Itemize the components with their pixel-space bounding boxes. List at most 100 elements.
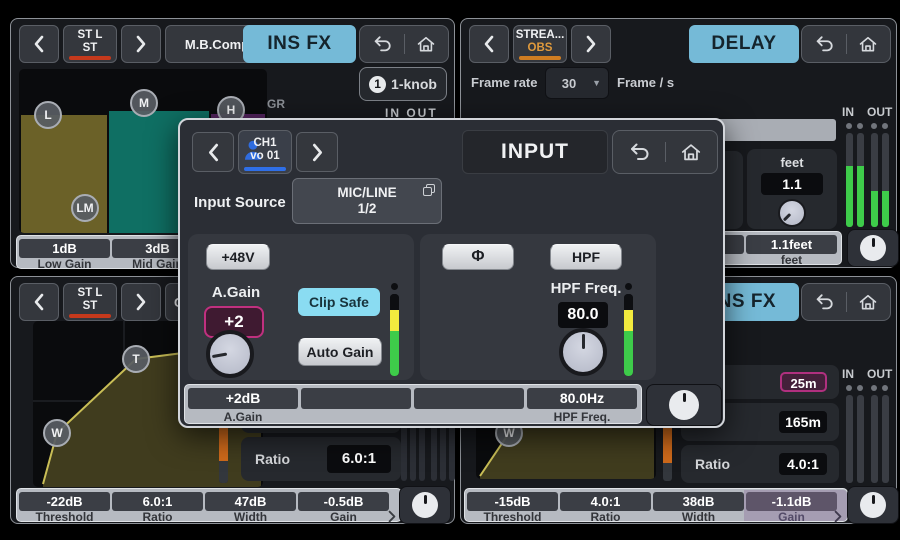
- channel-select-button[interactable]: ST L ST: [63, 25, 117, 63]
- touch-knob-button[interactable]: [847, 229, 899, 267]
- more-params-chevron-icon[interactable]: [834, 510, 842, 523]
- channel-name-2: ST: [83, 300, 98, 313]
- clip-safe-button[interactable]: Clip Safe: [298, 288, 380, 316]
- handle-label: H: [227, 103, 236, 117]
- clip-led: [882, 385, 888, 391]
- home-button[interactable]: [847, 284, 891, 320]
- ratio-label: Ratio: [695, 456, 730, 472]
- undo-icon: [813, 292, 835, 312]
- knob-tick: [207, 331, 253, 377]
- channel-select-button[interactable]: STREA... OBS: [513, 25, 567, 63]
- copy-icon: [422, 183, 436, 197]
- channel-select-button[interactable]: ST L ST: [63, 283, 117, 321]
- footer-value-threshold[interactable]: -15dB: [467, 492, 558, 511]
- footer-value-threshold[interactable]: -22dB: [19, 492, 110, 511]
- again-knob[interactable]: [206, 330, 254, 378]
- home-button[interactable]: [405, 26, 449, 62]
- footer-value-width[interactable]: 47dB: [205, 492, 296, 511]
- auto-gain-button[interactable]: Auto Gain: [298, 338, 382, 366]
- touch-knob-button[interactable]: [847, 486, 899, 524]
- fx-preset-label: M.B.Comp: [185, 37, 249, 52]
- prev-channel-button[interactable]: [19, 283, 59, 321]
- undo-button[interactable]: [802, 284, 846, 320]
- channel-select-button[interactable]: CH1 vo 01: [238, 130, 292, 174]
- again-level-meter: [390, 283, 400, 374]
- home-button[interactable]: [847, 26, 891, 62]
- prev-channel-button[interactable]: [469, 25, 509, 63]
- channel-name-2: OBS: [528, 42, 553, 55]
- next-channel-button[interactable]: [121, 283, 161, 321]
- one-knob-button[interactable]: 1 1-knob: [359, 67, 447, 101]
- undo-button[interactable]: [802, 26, 846, 62]
- page-title-label: DELAY: [711, 33, 776, 55]
- frame-rate-dropdown[interactable]: 30 ▼: [545, 67, 609, 99]
- in-meter-r: [857, 395, 864, 483]
- release-value[interactable]: 165m: [779, 411, 827, 433]
- chevron-left-icon: [33, 35, 45, 53]
- meter-seg-yellow: [390, 310, 399, 331]
- phantom-power-label: +48V: [221, 249, 254, 265]
- footer-value-4[interactable]: 1.1feet: [746, 235, 837, 254]
- chevron-right-icon: [585, 35, 597, 53]
- input-source-label: Input Source: [194, 194, 286, 211]
- band-handle-mid[interactable]: M: [130, 89, 158, 117]
- footer-value-hpf[interactable]: 80.0Hz: [527, 388, 637, 409]
- prev-channel-button[interactable]: [19, 25, 59, 63]
- footer-value-1[interactable]: 1dB: [19, 239, 110, 258]
- undo-button[interactable]: [360, 26, 404, 62]
- delay-value[interactable]: 1.1: [761, 173, 823, 195]
- footer-value-gain[interactable]: -0.5dB: [298, 492, 389, 511]
- threshold-handle[interactable]: T: [122, 345, 150, 373]
- page-title-delay[interactable]: DELAY: [689, 25, 799, 63]
- out-meter-r: [882, 133, 889, 227]
- ratio-value[interactable]: 6.0:1: [327, 445, 391, 473]
- ratio-value[interactable]: 4.0:1: [779, 453, 827, 475]
- meter-bar: [390, 294, 399, 376]
- next-channel-button[interactable]: [571, 25, 611, 63]
- footer-label-gain: Gain: [746, 511, 837, 524]
- footer-value-gain[interactable]: -1.1dB: [746, 492, 837, 511]
- width-handle[interactable]: W: [43, 419, 71, 447]
- input-source-button[interactable]: MIC/LINE 1/2: [292, 178, 442, 224]
- ratio-box: Ratio 4.0:1: [681, 445, 839, 483]
- phase-button[interactable]: Φ: [442, 244, 514, 270]
- attack-value-badge[interactable]: 25m: [780, 372, 827, 392]
- chevron-right-icon: [311, 143, 324, 162]
- hpf-freq-value[interactable]: 80.0: [558, 302, 608, 328]
- home-button[interactable]: [666, 131, 718, 173]
- touch-knob-button[interactable]: [646, 384, 722, 426]
- next-channel-button[interactable]: [121, 25, 161, 63]
- next-channel-button[interactable]: [296, 132, 338, 172]
- band-handle-low[interactable]: L: [34, 101, 62, 129]
- knob-icon: [669, 390, 699, 420]
- crossover-handle-lm[interactable]: LM: [71, 194, 99, 222]
- home-icon: [680, 141, 702, 163]
- knob-icon: [860, 235, 886, 261]
- touch-knob-button[interactable]: [399, 486, 451, 524]
- hpf-freq-knob[interactable]: [559, 328, 607, 376]
- knob-icon: [860, 492, 886, 518]
- clip-safe-label: Clip Safe: [309, 294, 369, 310]
- hpf-freq-label: HPF Freq.: [544, 280, 628, 297]
- clip-led: [857, 123, 863, 129]
- phantom-power-button[interactable]: +48V: [206, 244, 270, 270]
- delay-knob[interactable]: [778, 199, 806, 227]
- undo-button[interactable]: [613, 131, 665, 173]
- footer-value-ratio[interactable]: 6.0:1: [112, 492, 203, 511]
- undo-icon: [371, 34, 393, 54]
- ratio-label: Ratio: [255, 451, 290, 467]
- hpf-button[interactable]: HPF: [550, 244, 622, 270]
- footer-label-2: [301, 411, 411, 424]
- more-params-chevron-icon[interactable]: [388, 510, 396, 523]
- in-meter-r: [857, 133, 864, 227]
- footer-value-again[interactable]: +2dB: [188, 388, 298, 409]
- footer-value-2[interactable]: [301, 388, 411, 409]
- footer-value-3[interactable]: [414, 388, 524, 409]
- page-title-insfx[interactable]: INS FX: [243, 25, 356, 63]
- footer-label-1: Low Gain: [19, 258, 110, 271]
- dialog-title-label: INPUT: [501, 140, 569, 164]
- meter-seg-top: [624, 294, 633, 310]
- footer-value-width[interactable]: 38dB: [653, 492, 744, 511]
- prev-channel-button[interactable]: [192, 132, 234, 172]
- footer-value-ratio[interactable]: 4.0:1: [560, 492, 651, 511]
